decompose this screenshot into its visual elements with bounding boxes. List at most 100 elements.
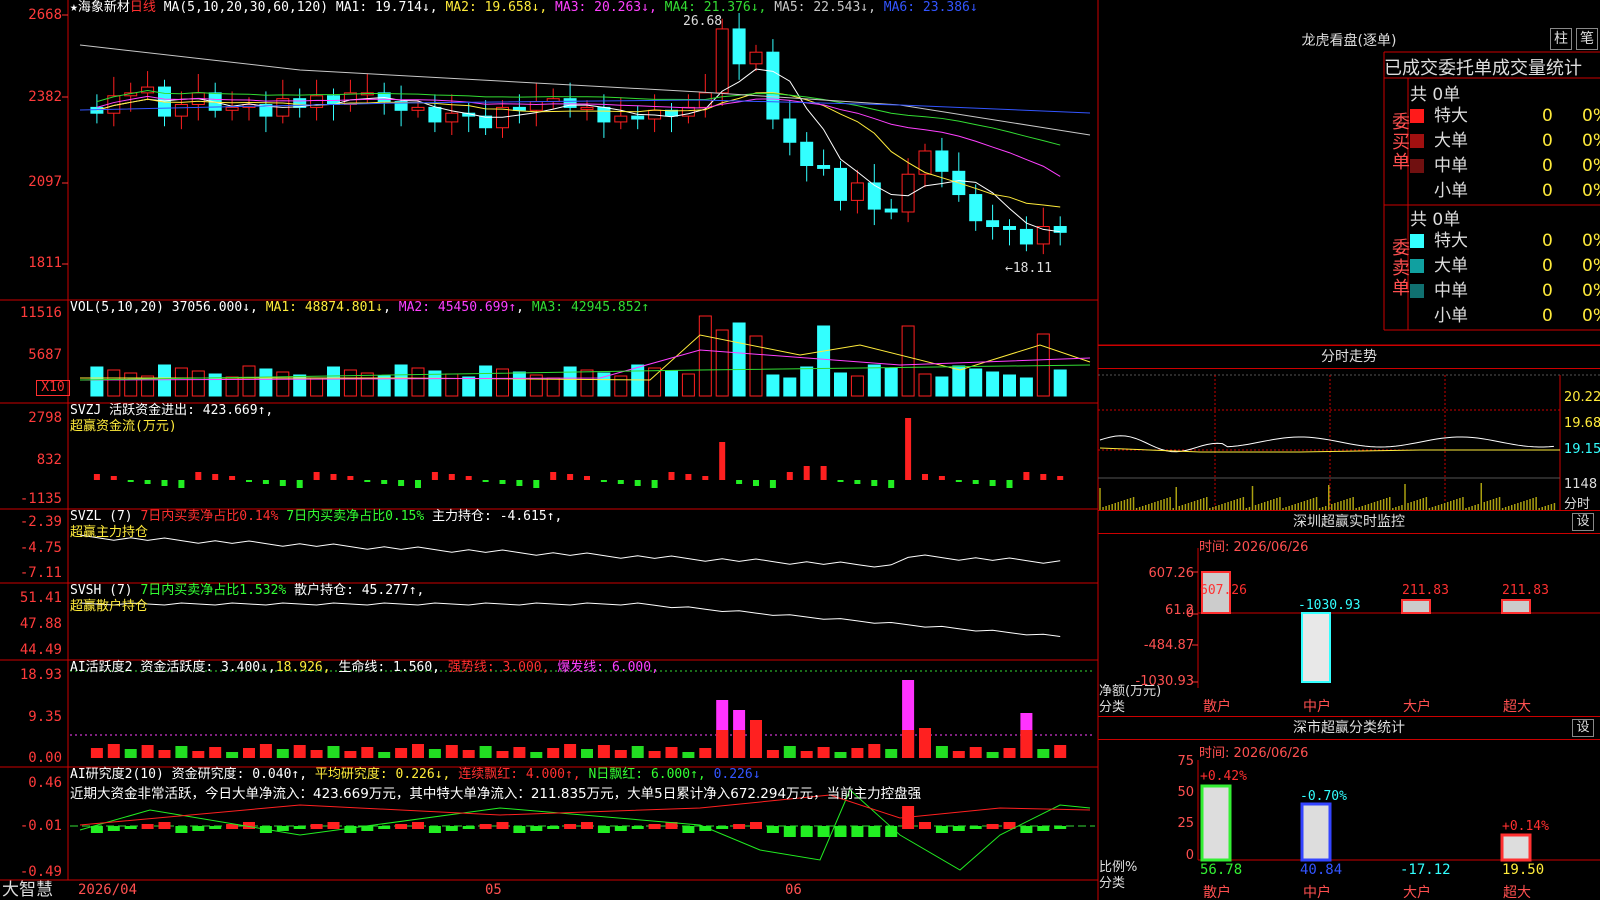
ai1-axis-label: 18.93: [19, 667, 62, 683]
color-swatch: [1410, 134, 1424, 148]
flow-bar: [364, 480, 371, 482]
research-bar: [834, 826, 847, 837]
activity-bar: [445, 745, 458, 758]
intraday-axis-label: 19.15: [1564, 442, 1600, 457]
activity-bar: [310, 750, 323, 758]
star-icon[interactable]: ★: [70, 0, 78, 15]
flow-bar: [246, 480, 252, 482]
research-bar: [733, 824, 746, 829]
monitor-settings-button[interactable]: 设: [1572, 513, 1594, 531]
flow-bar: [668, 472, 675, 480]
volume-bar: [360, 372, 374, 397]
research-bar: [597, 826, 610, 833]
candle: [783, 118, 797, 143]
flow-bar: [262, 480, 269, 484]
flow-bar: [550, 472, 557, 480]
flow-bar: [786, 472, 793, 480]
dragon-title: 龙虎看盘(逐单): [1301, 33, 1397, 49]
monitor-date: 时间: 2026/06/26: [1199, 540, 1309, 555]
ma-value-4: MA4: 21.376↓,: [656, 0, 767, 15]
order-row: 大单 0 0%: [1410, 254, 1600, 278]
candle: [529, 101, 543, 111]
brand-logo[interactable]: 大智慧: [2, 880, 53, 900]
row-name: 特大: [1434, 231, 1468, 251]
candle: [445, 112, 459, 123]
ma-value-5: MA5: 22.543↓,: [766, 0, 876, 15]
flow-bar: [296, 480, 303, 488]
flow-bar: [347, 476, 354, 480]
row-percent: 0%: [1582, 256, 1600, 276]
ai1-t4: 强势线: 3.000,: [447, 660, 550, 675]
research-bar: [564, 824, 577, 829]
research-bar: [935, 826, 948, 833]
ma2-line: [96, 92, 1061, 208]
activity-bar: [428, 749, 441, 758]
bar-view-button[interactable]: 柱: [1550, 28, 1572, 50]
period-label[interactable]: 日线: [130, 0, 156, 15]
volume-bar: [665, 370, 678, 397]
candle: [174, 103, 188, 117]
ma-values: MA1: 19.714↓, MA2: 19.658↓, MA3: 20.263↓…: [336, 0, 978, 15]
ma3-line: [96, 95, 1061, 177]
classify-xlabel: 分类: [1099, 876, 1126, 891]
ai2-label: AI研究度2(10): [70, 767, 164, 782]
classify-change-label: -0.70%: [1300, 789, 1347, 804]
research-bar: [175, 826, 188, 833]
low-mark: ←18.11: [1005, 261, 1052, 276]
volume-bar: [327, 366, 340, 397]
research-bar: [766, 826, 779, 833]
candle: [141, 86, 155, 94]
activity-bar: [733, 730, 746, 758]
flow-bar: [837, 480, 844, 482]
research-bar: [327, 822, 340, 829]
candle: [580, 106, 594, 110]
row-name: 小单: [1434, 306, 1468, 326]
volume-bar: [698, 315, 712, 397]
candle: [986, 220, 1000, 228]
row-value: 0: [1542, 156, 1553, 176]
volume-bar: [563, 366, 577, 397]
svzl-t3: 主力持仓: -4.615↑,: [432, 509, 563, 524]
vol-label: VOL(5,10,20): [70, 300, 164, 315]
flow-bar: [803, 466, 810, 480]
kline-chart[interactable]: 607.26-1030.93211.83 211.83散户 中户 大户 超大+0.42%…: [0, 0, 1600, 900]
flow-bar: [212, 474, 219, 480]
flow-bar: [685, 474, 692, 480]
candle: [479, 115, 493, 129]
classify-axis-label: 75: [1177, 754, 1194, 769]
volume-bar: [310, 377, 324, 397]
research-bar: [919, 822, 931, 829]
monitor-value-label: -1030.93: [1298, 598, 1361, 613]
activity-bar: [226, 752, 239, 758]
activity-bar: [902, 730, 915, 758]
flow-bar: [972, 480, 979, 484]
research-bar: [547, 826, 560, 829]
tick-view-button[interactable]: 笔: [1576, 28, 1598, 50]
classify-settings-button[interactable]: 设: [1572, 719, 1594, 737]
ai2-t3: 连续飘红: 4.000↑,: [458, 767, 581, 782]
volume-bar: [242, 365, 256, 397]
flow-bar: [1040, 474, 1047, 480]
monitor-category: 大户: [1403, 698, 1431, 715]
svzl-header: SVZL (7) 7日内买卖净占比0.14% 7日内买卖净占比0.15% 主力持…: [70, 509, 562, 525]
research-bar: [513, 826, 526, 833]
svsh-line: [79, 602, 1061, 637]
activity-bar: [986, 752, 999, 758]
flow-bar: [753, 480, 759, 486]
research-bar: [462, 826, 475, 829]
candle: [614, 115, 628, 123]
flow-bar: [229, 476, 236, 480]
flow-bar: [1023, 472, 1030, 480]
stock-name[interactable]: 海象新材: [78, 0, 130, 15]
volume-bar: [479, 365, 493, 397]
row-percent: 0%: [1582, 181, 1600, 201]
activity-bar: [513, 747, 526, 758]
svzj-header: SVZJ 活跃资金进出: 423.669↑,: [70, 403, 273, 419]
flow-bar: [719, 442, 726, 480]
color-swatch: [1410, 284, 1424, 298]
svzl-axis-label: -7.11: [19, 565, 62, 581]
activity-bar: [783, 746, 796, 758]
svsh-label: SVSH (7): [70, 583, 133, 598]
row-value: 0: [1542, 281, 1553, 301]
research-bar: [800, 826, 813, 837]
